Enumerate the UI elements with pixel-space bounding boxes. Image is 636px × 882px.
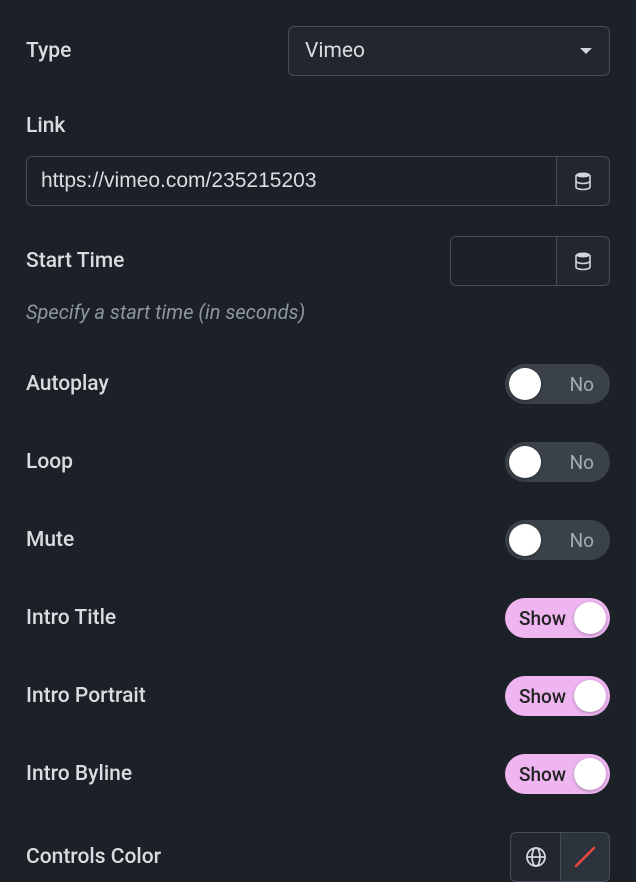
mute-toggle[interactable]: No	[505, 520, 610, 560]
controls-color-label: Controls Color	[26, 845, 161, 869]
loop-label: Loop	[26, 450, 73, 474]
intro-byline-label: Intro Byline	[26, 762, 132, 786]
intro-byline-toggle[interactable]: Show	[505, 754, 610, 794]
intro-portrait-label: Intro Portrait	[26, 684, 146, 708]
toggle-knob	[509, 446, 541, 478]
loop-toggle[interactable]: No	[505, 442, 610, 482]
intro-portrait-toggle[interactable]: Show	[505, 676, 610, 716]
autoplay-label: Autoplay	[26, 372, 109, 396]
database-icon	[573, 251, 593, 271]
toggle-knob	[574, 758, 606, 790]
start-time-hint: Specify a start time (in seconds)	[26, 300, 610, 324]
type-select[interactable]: Vimeo	[288, 26, 610, 76]
toggle-knob	[574, 602, 606, 634]
toggle-state-text: Show	[519, 607, 566, 630]
controls-color-swatch[interactable]	[560, 832, 610, 882]
toggle-state-text: Show	[519, 685, 566, 708]
toggle-state-text: No	[570, 529, 594, 552]
start-time-dynamic-button[interactable]	[556, 236, 610, 286]
autoplay-toggle[interactable]: No	[505, 364, 610, 404]
controls-color-global-button[interactable]	[510, 832, 560, 882]
toggle-knob	[509, 524, 541, 556]
no-color-icon	[571, 843, 599, 871]
toggle-state-text: No	[570, 373, 594, 396]
start-time-label: Start Time	[26, 249, 124, 273]
toggle-state-text: No	[570, 451, 594, 474]
toggle-knob	[509, 368, 541, 400]
toggle-knob	[574, 680, 606, 712]
link-dynamic-button[interactable]	[556, 156, 610, 206]
globe-icon	[525, 846, 547, 868]
intro-title-toggle[interactable]: Show	[505, 598, 610, 638]
link-input[interactable]	[26, 156, 556, 206]
start-time-input[interactable]	[450, 236, 556, 286]
type-label: Type	[26, 39, 71, 63]
type-select-value: Vimeo	[305, 39, 365, 63]
link-label: Link	[26, 114, 65, 138]
intro-title-label: Intro Title	[26, 606, 116, 630]
database-icon	[573, 171, 593, 191]
mute-label: Mute	[26, 528, 74, 552]
chevron-down-icon	[579, 46, 593, 56]
toggle-state-text: Show	[519, 763, 566, 786]
